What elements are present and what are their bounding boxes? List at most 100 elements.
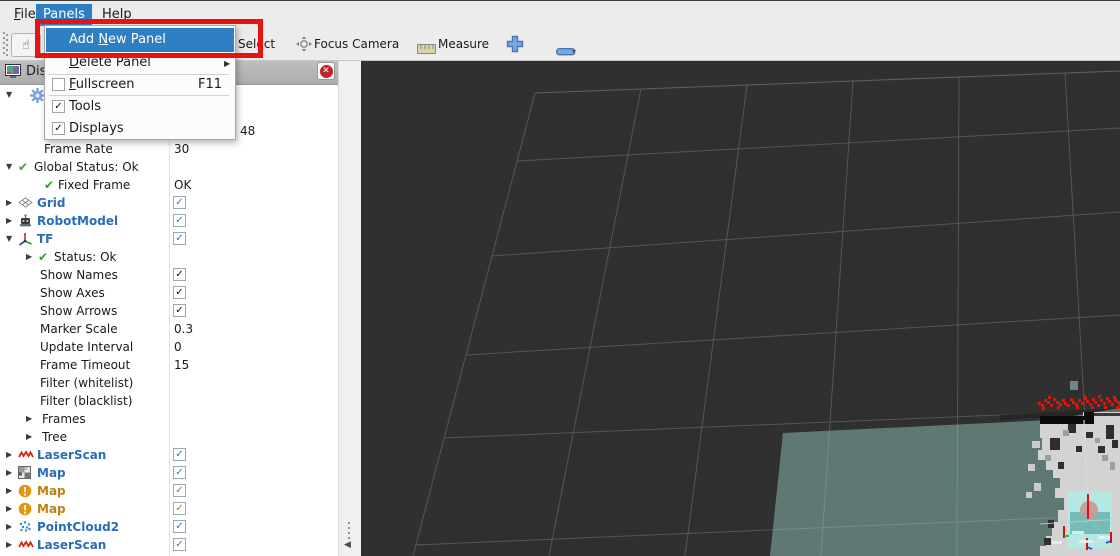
displays-tree[interactable]: ▼48Frame Rate30▼✔Global Status: Ok✔Fixed… xyxy=(0,84,338,556)
expander-icon[interactable]: ▼ xyxy=(6,230,12,248)
close-icon: ✕ xyxy=(320,65,333,78)
display-row-frame-rate[interactable]: Frame Rate30 xyxy=(0,140,338,158)
menu-item-displays[interactable]: ✓ Displays xyxy=(46,118,234,140)
display-row-tf[interactable]: ▼ TF ✓ xyxy=(0,230,338,248)
display-row-marker-scale[interactable]: Marker Scale 0.3 xyxy=(0,320,338,338)
row-label: LaserScan xyxy=(37,446,106,464)
expander-icon[interactable]: ▼ xyxy=(6,158,12,176)
display-row-grid[interactable]: ▶ Grid ✓ xyxy=(0,194,338,212)
display-row-filter-blacklist[interactable]: Filter (blacklist) xyxy=(0,392,338,410)
display-row-fixed-frame[interactable]: ✔Fixed Frame OK xyxy=(0,176,338,194)
display-row-pointcloud2[interactable]: ▶ PointCloud2 ✓ xyxy=(0,518,338,536)
laser-icon xyxy=(18,538,34,556)
row-label: TF xyxy=(37,230,53,248)
expander-icon[interactable]: ▶ xyxy=(6,446,12,464)
3d-viewport[interactable] xyxy=(360,60,1120,556)
row-value[interactable]: 0 xyxy=(174,338,182,356)
expander-icon[interactable]: ▶ xyxy=(6,482,12,500)
expander-icon[interactable]: ▶ xyxy=(26,248,32,266)
row-label: Fixed Frame xyxy=(58,176,130,194)
expander-icon[interactable]: ▶ xyxy=(26,428,32,446)
rviz-window: ◀ Displays ✕ ▼48Frame Rate30▼✔Global Sta… xyxy=(0,0,1120,556)
row-value[interactable]: 0.3 xyxy=(174,320,193,338)
display-row-filter-whitelist[interactable]: Filter (whitelist) xyxy=(0,374,338,392)
tools-checkbox[interactable]: ✓ xyxy=(52,100,65,113)
hand-icon: ☝ xyxy=(22,38,30,53)
display-row-tf-status[interactable]: ▶ ✔ Status: Ok xyxy=(0,248,338,266)
fullscreen-checkbox[interactable] xyxy=(52,78,65,91)
expander-icon[interactable]: ▶ xyxy=(26,410,32,428)
status-ok-check-icon: ✔ xyxy=(38,248,48,266)
enabled-checkbox[interactable]: ✓ xyxy=(173,538,186,551)
displays-checkbox[interactable]: ✓ xyxy=(52,122,65,135)
row-label: Filter (blacklist) xyxy=(40,392,132,410)
focus-camera-button[interactable]: Focus Camera xyxy=(314,37,399,51)
enabled-checkbox[interactable]: ✓ xyxy=(173,286,186,299)
shortcut-label: F11 xyxy=(198,75,222,95)
row-label: Show Names xyxy=(40,266,118,284)
row-label: Show Arrows xyxy=(40,302,117,320)
toolbar-drag-handle[interactable] xyxy=(3,32,8,56)
display-row-tree[interactable]: ▶Tree xyxy=(0,428,338,446)
row-value[interactable]: 30 xyxy=(174,140,189,158)
display-row-map-2[interactable]: ▶ Map ✓ xyxy=(0,482,338,500)
expander-icon[interactable]: ▼ xyxy=(6,86,12,104)
menu-item-fullscreen[interactable]: Fullscreen F11 xyxy=(46,75,234,95)
enabled-checkbox[interactable]: ✓ xyxy=(173,466,186,479)
display-row-global-status[interactable]: ▼✔Global Status: Ok xyxy=(0,158,338,176)
display-row-show-arrows[interactable]: Show Arrows ✓ xyxy=(0,302,338,320)
map-fragment xyxy=(1070,381,1078,390)
row-label: Marker Scale xyxy=(40,320,118,338)
measure-icon[interactable] xyxy=(417,39,436,58)
enabled-checkbox[interactable]: ✓ xyxy=(173,448,186,461)
enabled-checkbox[interactable]: ✓ xyxy=(173,520,186,533)
enabled-checkbox[interactable]: ✓ xyxy=(173,232,186,245)
display-row-frames[interactable]: ▶Frames xyxy=(0,410,338,428)
enabled-checkbox[interactable]: ✓ xyxy=(173,196,186,209)
display-row-show-axes[interactable]: Show Axes ✓ xyxy=(0,284,338,302)
display-row-frame-timeout[interactable]: Frame Timeout 15 xyxy=(0,356,338,374)
displays-panel-icon xyxy=(5,64,23,84)
expander-icon[interactable]: ▶ xyxy=(6,536,12,554)
expander-icon[interactable]: ▶ xyxy=(6,194,12,212)
row-label: Show Axes xyxy=(40,284,105,302)
row-label: PointCloud2 xyxy=(37,518,119,536)
display-row-map-3[interactable]: ▶Map✓ xyxy=(0,500,338,518)
row-label: RobotModel xyxy=(37,212,118,230)
menu-item-tools[interactable]: ✓ Tools xyxy=(46,96,234,118)
row-label: Map xyxy=(37,482,66,500)
row-label: Grid xyxy=(37,194,65,212)
panel-close-button[interactable]: ✕ xyxy=(317,62,335,80)
enabled-checkbox[interactable]: ✓ xyxy=(173,484,186,497)
display-row-show-names[interactable]: Show Names ✓ xyxy=(0,266,338,284)
row-label: Update Interval xyxy=(40,338,133,356)
splitter-collapse-icon[interactable]: ◀ xyxy=(344,540,351,550)
display-row-map-1[interactable]: ▶Map✓ xyxy=(0,464,338,482)
focus-camera-icon[interactable] xyxy=(296,36,312,56)
row-label: Status: Ok xyxy=(54,248,117,266)
enabled-checkbox[interactable]: ✓ xyxy=(173,502,186,515)
enabled-checkbox[interactable]: ✓ xyxy=(173,214,186,227)
tool-options-dropdown-icon[interactable]: ▾ xyxy=(572,47,576,56)
expander-icon[interactable]: ▶ xyxy=(6,212,12,230)
measure-tool-button[interactable]: Measure xyxy=(438,37,489,51)
row-value[interactable]: OK xyxy=(174,176,191,194)
display-row-laserscan-1[interactable]: ▶ LaserScan ✓ xyxy=(0,446,338,464)
splitter-handle[interactable] xyxy=(348,522,350,540)
panel-splitter[interactable]: ◀ xyxy=(338,60,361,556)
enabled-checkbox[interactable]: ✓ xyxy=(173,268,186,281)
add-tool-button[interactable] xyxy=(506,35,524,57)
display-row-laserscan-2[interactable]: ▶LaserScan✓ xyxy=(0,536,338,554)
annotation-highlight-box xyxy=(35,19,263,58)
display-row-update-interval[interactable]: Update Interval 0 xyxy=(0,338,338,356)
row-label: Filter (whitelist) xyxy=(40,374,133,392)
expander-icon[interactable]: ▶ xyxy=(6,464,12,482)
expander-icon[interactable]: ▶ xyxy=(6,518,12,536)
display-row-robot-model[interactable]: ▶ RobotModel ✓ xyxy=(0,212,338,230)
enabled-checkbox[interactable]: ✓ xyxy=(173,304,186,317)
row-label: Frame Timeout xyxy=(40,356,130,374)
row-value[interactable]: 15 xyxy=(174,356,189,374)
3d-scene xyxy=(360,60,1120,556)
expander-icon[interactable]: ▶ xyxy=(6,500,12,518)
status-ok-check-icon: ✔ xyxy=(44,176,54,194)
